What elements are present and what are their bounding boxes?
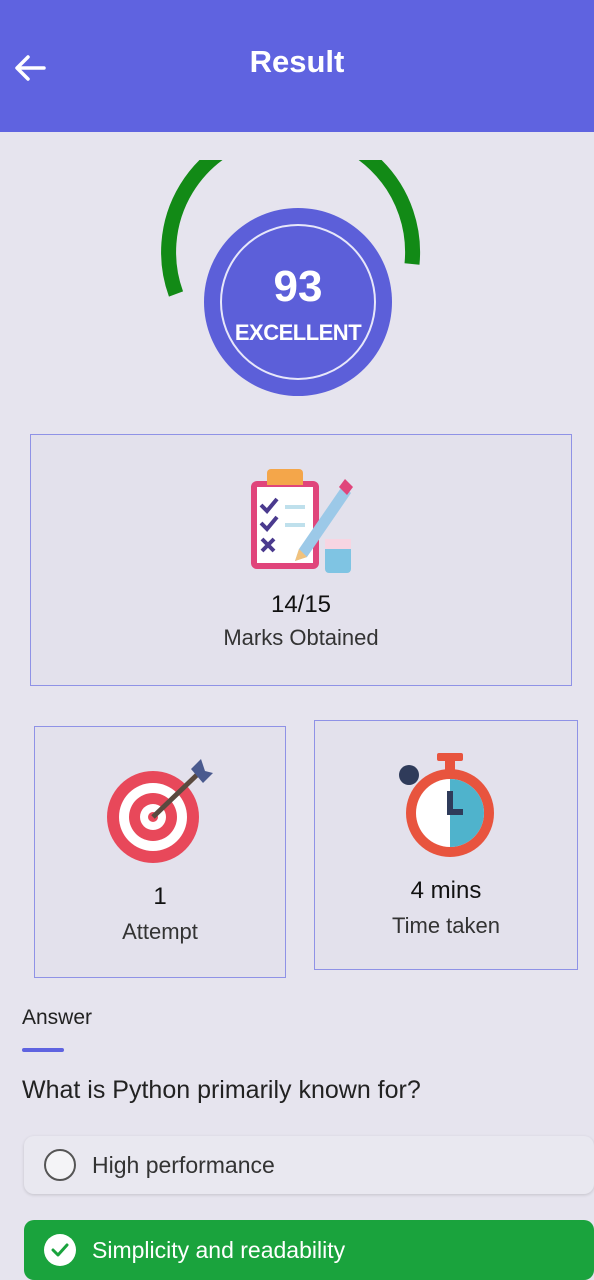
answer-option-simplicity[interactable]: Simplicity and readability: [24, 1220, 594, 1280]
clipboard-checklist-icon: [251, 469, 353, 573]
attempt-label: Attempt: [122, 919, 198, 944]
option-label: Simplicity and readability: [92, 1236, 346, 1263]
time-card: 4 mins Time taken: [314, 720, 578, 970]
score-label: EXCELLENT: [234, 320, 362, 345]
attempt-value: 1: [153, 883, 167, 910]
marks-card: 14/15 Marks Obtained: [30, 434, 572, 686]
option-label: High performance: [92, 1151, 275, 1178]
score-value: 93: [273, 262, 323, 311]
time-value: 4 mins: [410, 877, 482, 904]
page-title: Result: [249, 44, 345, 79]
answer-option-high-performance[interactable]: High performance: [24, 1136, 594, 1194]
time-label: Time taken: [391, 913, 500, 938]
stopwatch-icon: [399, 753, 494, 857]
radio-unchecked-icon: [44, 1149, 76, 1181]
marks-value: 14/15: [270, 591, 332, 618]
marks-label: Marks Obtained: [223, 625, 379, 650]
section-underline: [22, 1048, 64, 1052]
attempt-card: 1 Attempt: [34, 726, 286, 978]
top-app-bar: Result: [0, 0, 594, 132]
question-text: What is Python primarily known for?: [22, 1076, 421, 1104]
answer-section-title: Answer: [22, 1006, 93, 1029]
check-circle-icon: [44, 1234, 76, 1266]
target-dart-icon: [107, 759, 213, 863]
